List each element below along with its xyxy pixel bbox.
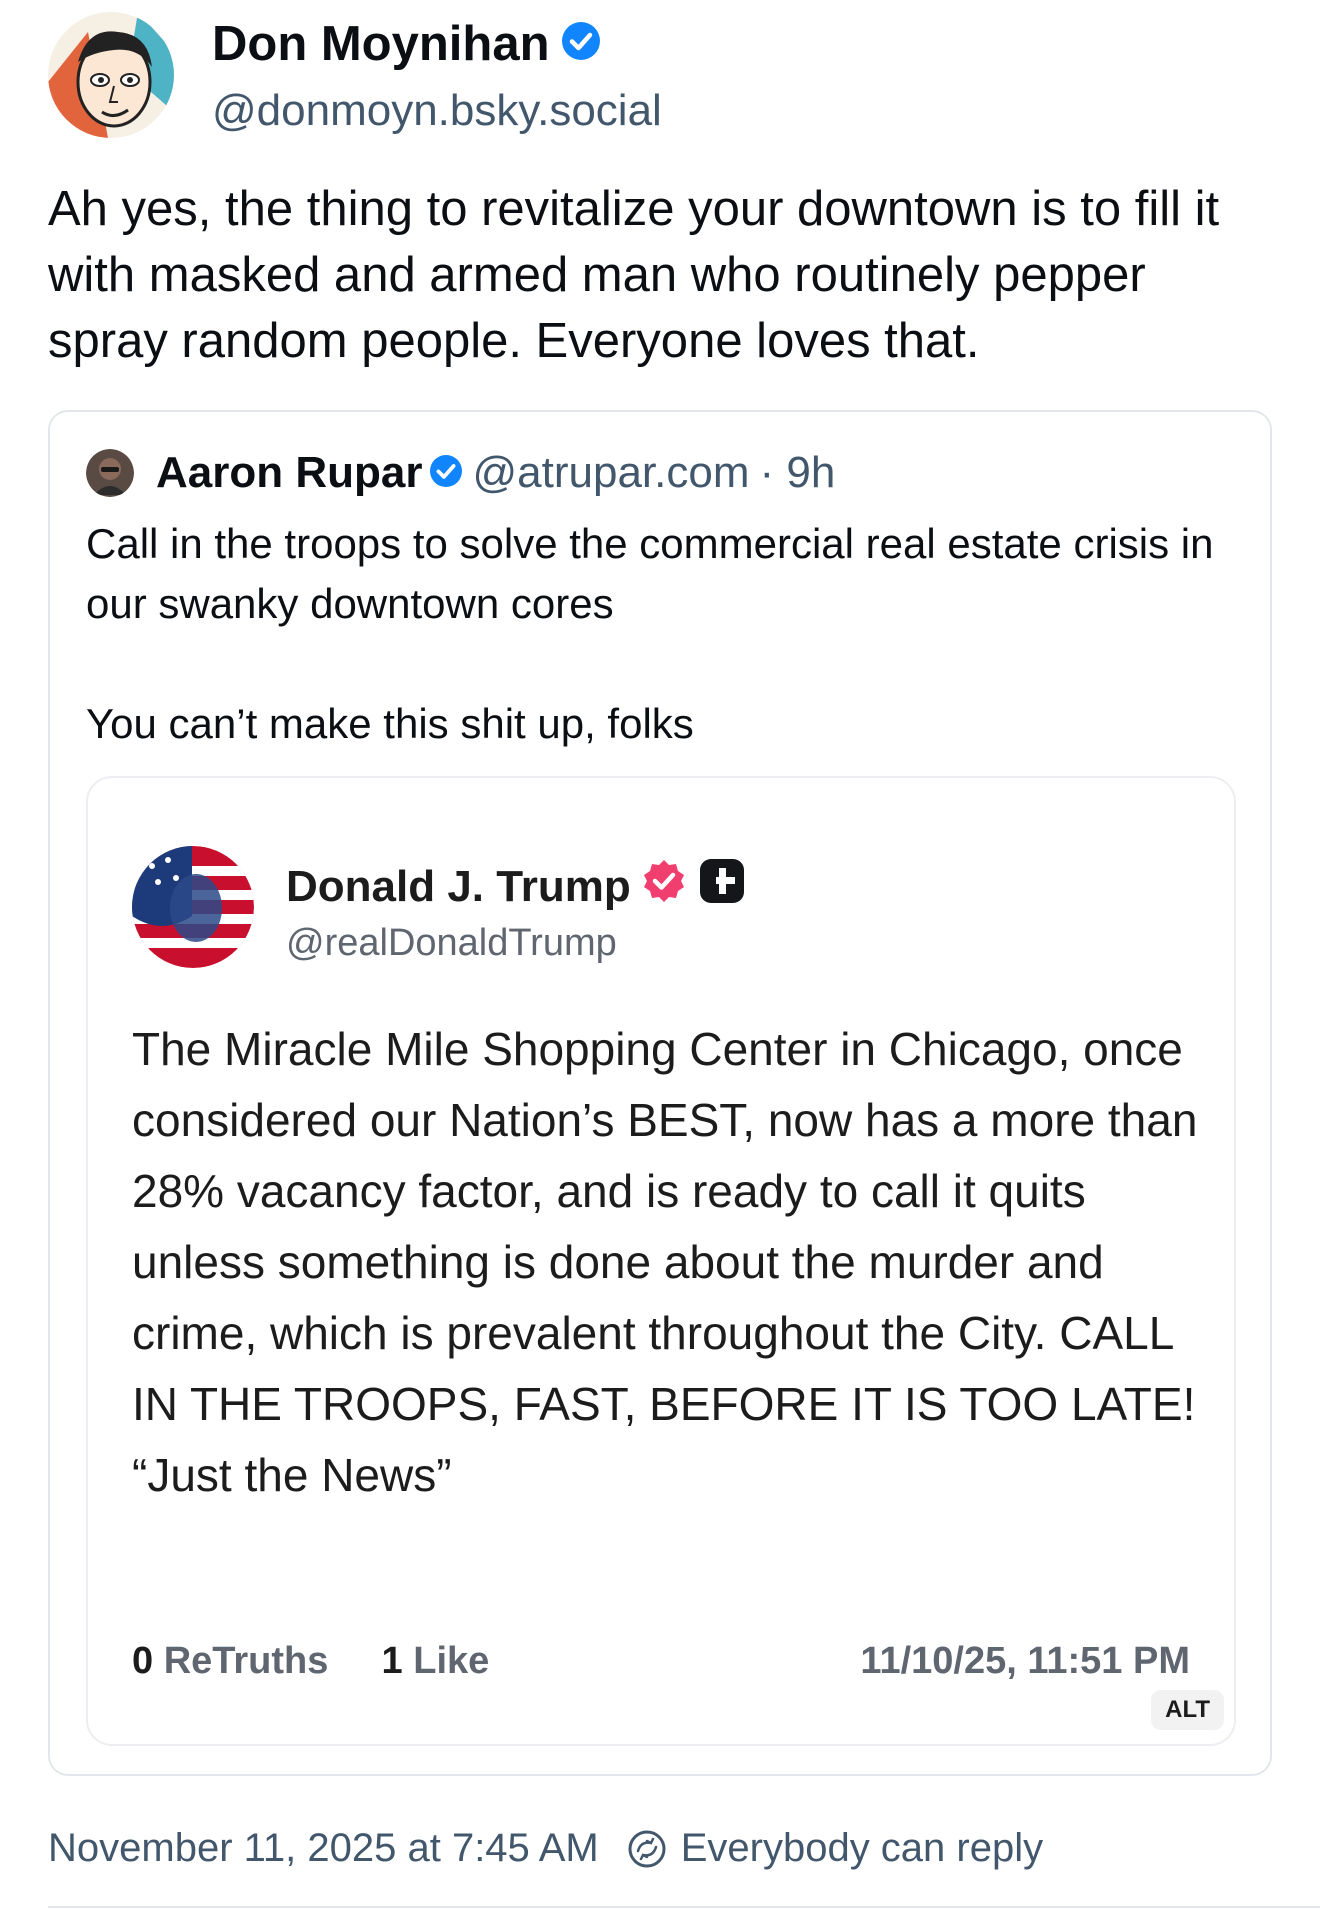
quoted-post-header: Aaron Rupar @atrupar.com · 9h bbox=[86, 448, 835, 498]
author-name[interactable]: Don Moynihan bbox=[212, 16, 550, 72]
reply-setting[interactable]: Everybody can reply bbox=[627, 1826, 1043, 1871]
post-timestamp: November 11, 2025 at 7:45 AM bbox=[48, 1826, 599, 1870]
embedded-author-name-row: Donald J. Trump bbox=[286, 858, 745, 915]
embedded-author-avatar bbox=[132, 846, 254, 968]
divider bbox=[48, 1906, 1320, 1908]
quoted-author-avatar[interactable] bbox=[86, 449, 134, 497]
retruths-count: 0 bbox=[132, 1640, 154, 1682]
author-handle[interactable]: @donmoyn.bsky.social bbox=[212, 86, 662, 136]
author-avatar[interactable] bbox=[48, 12, 174, 138]
post-text: Ah yes, the thing to revitalize your dow… bbox=[48, 182, 1220, 368]
verified-badge-icon bbox=[641, 858, 687, 915]
alt-text-button[interactable]: ALT bbox=[1151, 1690, 1224, 1730]
verified-badge-icon bbox=[430, 448, 463, 498]
likes-label: Like bbox=[413, 1640, 490, 1682]
embedded-author-name: Donald J. Trump bbox=[286, 861, 631, 911]
likes-count: 1 bbox=[381, 1640, 403, 1682]
quoted-author-name[interactable]: Aaron Rupar bbox=[156, 448, 422, 498]
reply-setting-label: Everybody can reply bbox=[680, 1826, 1044, 1870]
quoted-post-card[interactable]: Aaron Rupar @atrupar.com · 9h Call in th… bbox=[48, 410, 1272, 1776]
embedded-post-datetime: 11/10/25, 11:51 PM bbox=[860, 1640, 1190, 1682]
post-footer: November 11, 2025 at 7:45 AM Everybody c… bbox=[48, 1826, 1043, 1871]
flag-portrait-avatar-icon bbox=[132, 846, 254, 968]
embedded-post-stats: 0 ReTruths 1 Like bbox=[132, 1640, 489, 1683]
cartoon-avatar-icon bbox=[48, 12, 174, 138]
quoted-author-handle[interactable]: @atrupar.com bbox=[472, 448, 749, 498]
verified-badge-icon bbox=[561, 16, 600, 72]
retruths-label: ReTruths bbox=[163, 1640, 329, 1682]
quoted-post-age: · 9h bbox=[759, 448, 836, 497]
person-avatar-icon bbox=[86, 449, 134, 497]
post-header: Don Moynihan @donmoyn.bsky.social bbox=[48, 12, 1248, 142]
author-name-row: Don Moynihan bbox=[212, 16, 600, 72]
quoted-post-text: Call in the troops to solve the commerci… bbox=[86, 520, 1214, 747]
reply-settings-icon bbox=[628, 1830, 666, 1867]
embedded-image-card[interactable]: Donald J. Trump @realDonaldTrump The Mir… bbox=[86, 776, 1236, 1746]
plus-app-icon bbox=[699, 858, 745, 915]
embedded-author-handle: @realDonaldTrump bbox=[286, 922, 617, 964]
embedded-post-text: The Miracle Mile Shopping Center in Chic… bbox=[132, 1023, 1198, 1501]
